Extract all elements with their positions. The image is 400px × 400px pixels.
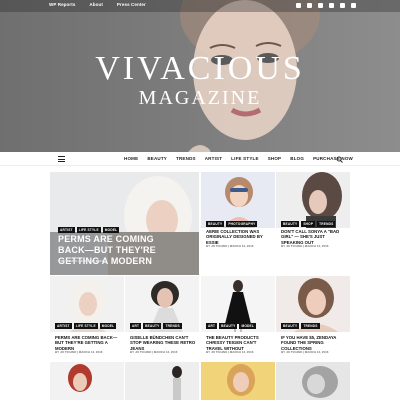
top-link-wp-reports[interactable]: WP Reports [49, 2, 75, 7]
article-image-partial[interactable] [276, 362, 350, 400]
tag-beauty[interactable]: BEAUTY [206, 221, 225, 227]
top-links: WP Reports About Press Center [49, 2, 146, 7]
article-meta: BY JO TICHNO | MARCH 12, 2016 [206, 244, 254, 248]
nav-item-artist[interactable]: ARTIST [205, 156, 222, 161]
tag-shop[interactable]: SHOP [301, 221, 316, 227]
youtube-icon[interactable] [329, 3, 334, 8]
article-title[interactable]: GISELLE BÜNDCHEN CAN'T STOP WEARING THES… [130, 335, 198, 351]
instagram-icon[interactable] [318, 3, 323, 8]
menu-icon[interactable] [58, 156, 65, 162]
tag-artist[interactable]: ARTIST [55, 323, 72, 329]
article-title[interactable]: IF YOU HAVE $5, ZENDAYA FOUND THE SPRING… [281, 335, 349, 351]
article-image-partial[interactable] [50, 362, 124, 400]
main-navigation: HOME BEAUTY TRENDS ARTIST LIFE STYLE SHO… [0, 152, 400, 166]
facebook-icon[interactable] [296, 3, 301, 8]
nav-item-beauty[interactable]: BEAUTY [147, 156, 167, 161]
article-title[interactable]: AERIE COLLECTION WAS ORIGINALLY DESIGNED… [206, 229, 272, 245]
article-meta: BY JO TICHNO | MARCH 12, 2016 [55, 350, 103, 354]
tag-life-style[interactable]: LIFE STYLE [73, 323, 98, 329]
tag-artist[interactable]: ARTIST [58, 227, 75, 233]
nav-links: HOME BEAUTY TRENDS ARTIST LIFE STYLE SHO… [124, 156, 353, 161]
tag-art[interactable]: ART [130, 323, 142, 329]
tag-beauty[interactable]: BEAUTY [281, 323, 300, 329]
article-tags: BEAUTY TRENDS [281, 323, 320, 329]
article-image [276, 172, 350, 228]
article-tags: ARTIST LIFE STYLE MODEL [55, 323, 117, 329]
nav-item-trends[interactable]: TRENDS [176, 156, 196, 161]
article-tags: ART BEAUTY TRENDS [130, 323, 182, 329]
tag-model[interactable]: MODEL [102, 227, 120, 233]
article-card[interactable]: BEAUTY TRENDS IF YOU HAVE $5, ZENDAYA FO… [276, 276, 350, 371]
article-meta: BY JO TICHNO | MARCH 12, 2016 [281, 350, 329, 354]
tag-beauty[interactable]: BEAUTY [219, 323, 238, 329]
article-tags: ART BEAUTY MODEL [206, 323, 256, 329]
article-image-partial[interactable] [125, 362, 199, 400]
article-image-partial[interactable] [201, 362, 275, 400]
tag-model[interactable]: MODEL [99, 323, 117, 329]
article-card[interactable]: ARTIST LIFE STYLE MODEL PERMS ARE COMING… [50, 276, 124, 371]
article-image [201, 172, 275, 228]
search-icon[interactable] [336, 156, 343, 163]
tag-trends[interactable]: TRENDS [317, 221, 336, 227]
tag-beauty[interactable]: BEAUTY [281, 221, 300, 227]
tag-photography[interactable]: PHOTOGRAPHY [226, 221, 258, 227]
article-meta: BY JO TICHNO | MARCH 12, 2016 [281, 244, 329, 248]
site-logo-line1[interactable]: VIVACIOUS [0, 52, 400, 86]
nav-item-blog[interactable]: BLOG [290, 156, 304, 161]
featured-tags: ARTIST LIFE STYLE MODEL [58, 227, 120, 233]
featured-meta: BY J TICHNO | MARCH 12, 2016 [58, 259, 104, 263]
featured-article[interactable]: ARTIST LIFE STYLE MODEL PERMS ARE COMING… [50, 172, 199, 275]
article-meta: BY JO TICHNO | MARCH 12, 2016 [206, 350, 254, 354]
tag-art[interactable]: ART [206, 323, 218, 329]
article-tags: BEAUTY SHOP TRENDS [281, 221, 336, 227]
article-title[interactable]: PERMS ARE COMING BACK—BUT THEY'RE GETTIN… [55, 335, 123, 351]
twitter-icon[interactable] [307, 3, 312, 8]
tag-beauty[interactable]: BEAUTY [143, 323, 162, 329]
tag-trends[interactable]: TRENDS [301, 323, 320, 329]
hero-banner: WP Reports About Press Center VIVACIOUS … [0, 0, 400, 152]
tag-trends[interactable]: TRENDS [163, 323, 182, 329]
top-link-press-center[interactable]: Press Center [117, 2, 146, 7]
nav-item-life-style[interactable]: LIFE STYLE [231, 156, 259, 161]
article-card[interactable]: ART BEAUTY MODEL THE BEAUTY PRODUCTS CHR… [201, 276, 275, 371]
nav-item-home[interactable]: HOME [124, 156, 138, 161]
close-icon[interactable] [351, 3, 356, 8]
article-tags: BEAUTY PHOTOGRAPHY [206, 221, 258, 227]
article-meta: BY JO TICHNO | MARCH 12, 2016 [130, 350, 178, 354]
nav-item-purchase-now[interactable]: PURCHASE NOW [313, 156, 353, 161]
article-title[interactable]: THE BEAUTY PRODUCTS CHRISSY TEIGEN CAN'T… [206, 335, 274, 351]
nav-item-shop[interactable]: SHOP [268, 156, 282, 161]
social-icons [296, 3, 356, 8]
article-card[interactable]: ART BEAUTY TRENDS GISELLE BÜNDCHEN CAN'T… [125, 276, 199, 371]
top-link-about[interactable]: About [89, 2, 103, 7]
article-title[interactable]: DON'T CALL SONYA A "BAD GIRL" — SHE'S JU… [281, 229, 347, 245]
article-card[interactable]: BEAUTY SHOP TRENDS DON'T CALL SONYA A "B… [276, 172, 350, 275]
tag-model[interactable]: MODEL [239, 323, 256, 329]
site-logo-line2[interactable]: MAGAZINE [0, 87, 400, 109]
tag-life-style[interactable]: LIFE STYLE [76, 227, 101, 233]
vk-icon[interactable] [340, 3, 345, 8]
article-card[interactable]: BEAUTY PHOTOGRAPHY AERIE COLLECTION WAS … [201, 172, 275, 275]
